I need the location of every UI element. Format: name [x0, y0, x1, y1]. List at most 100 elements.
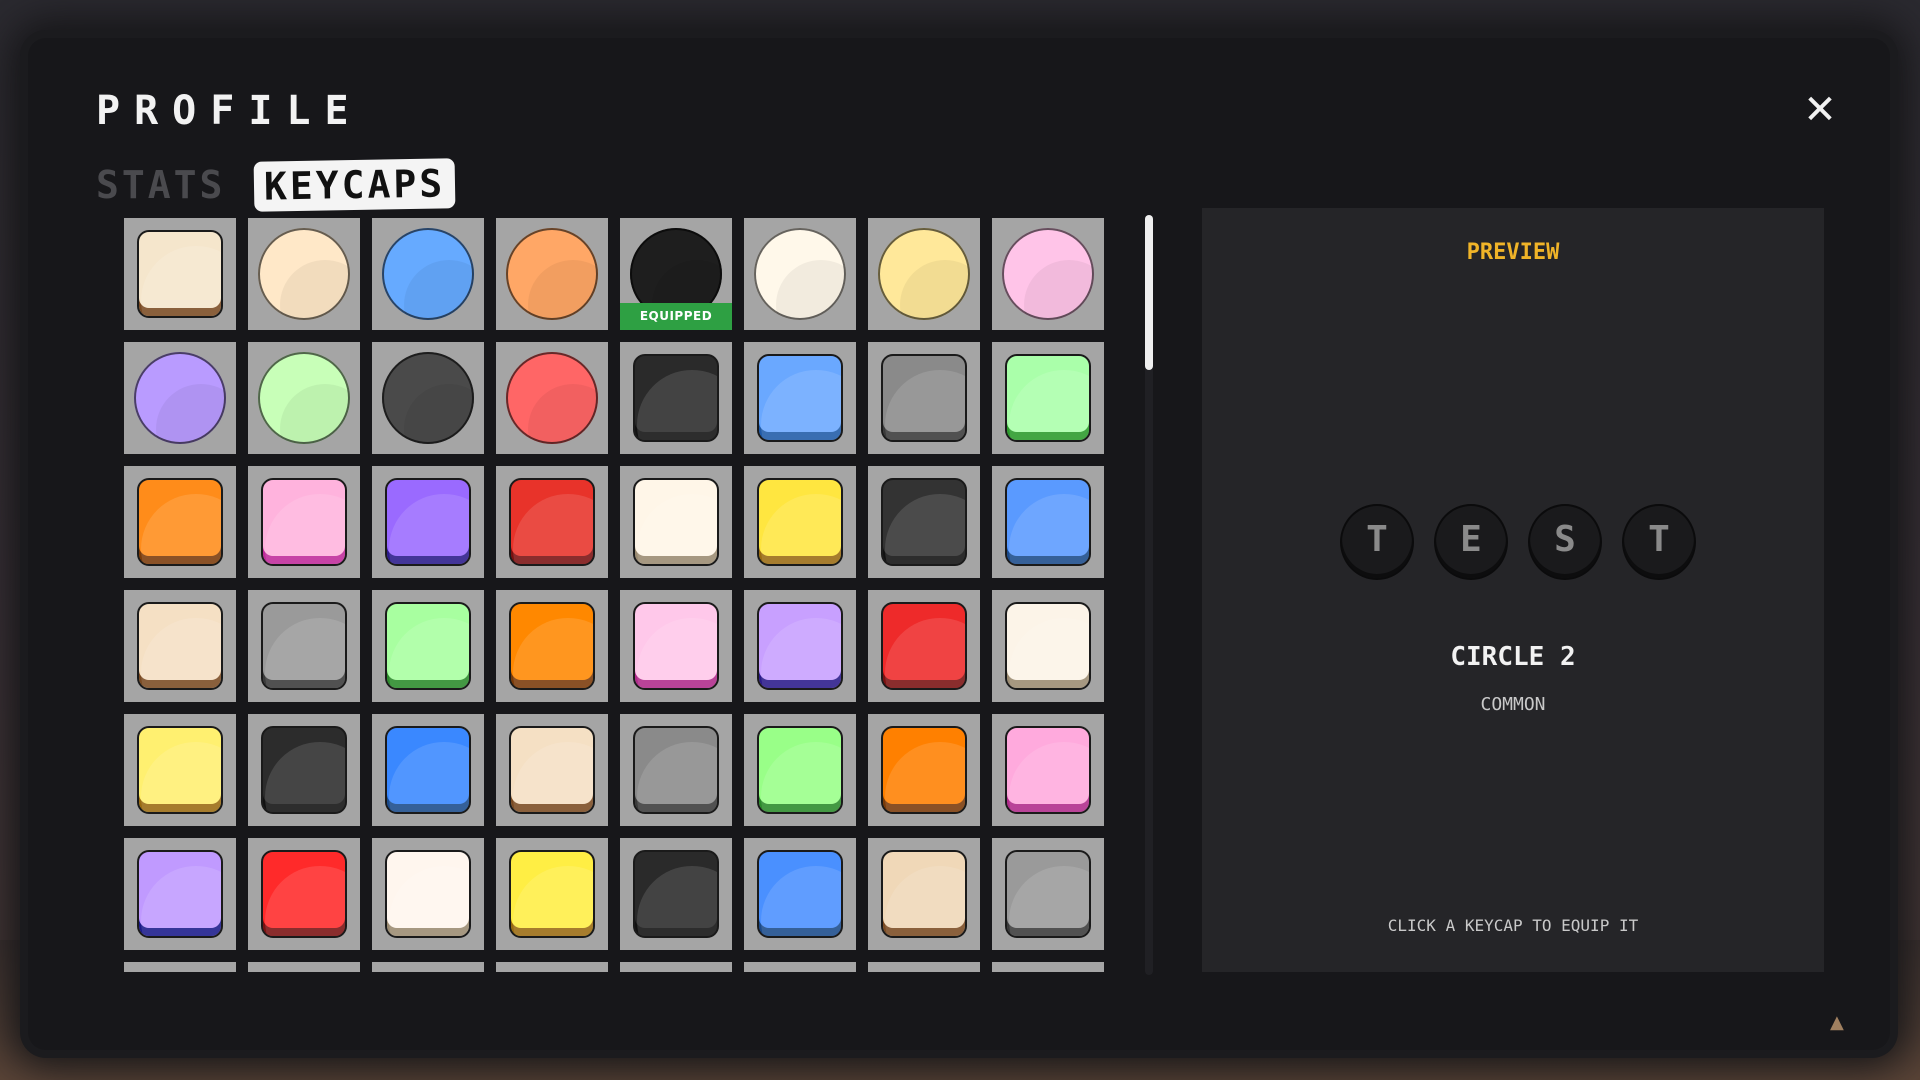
keycap-slot[interactable]	[372, 962, 484, 972]
keycap-slot[interactable]	[992, 714, 1104, 826]
keycap-square	[881, 850, 967, 938]
keycap-shine	[528, 260, 598, 320]
tab-stats[interactable]: STATS	[96, 160, 225, 210]
keycap-slot[interactable]	[372, 342, 484, 454]
preview-key: T	[1340, 504, 1414, 580]
keycap-square	[137, 602, 223, 690]
keycap-slot[interactable]	[868, 590, 980, 702]
keycap-square	[509, 850, 595, 938]
keycap-slot[interactable]	[992, 342, 1104, 454]
keycap-slot[interactable]	[248, 962, 360, 972]
keycap-circle	[1002, 228, 1094, 320]
keycap-slot[interactable]	[372, 466, 484, 578]
keycap-shine	[761, 618, 841, 688]
keycap-slot[interactable]	[868, 218, 980, 330]
keycap-slot[interactable]: EQUIPPED	[620, 218, 732, 330]
preview-panel: PREVIEW T E S T CIRCLE 2 COMMON CLICK A …	[1202, 208, 1824, 972]
keycap-slot[interactable]	[372, 218, 484, 330]
keycap-shine	[900, 260, 970, 320]
keycap-square	[261, 850, 347, 938]
keycap-slot[interactable]	[496, 714, 608, 826]
keycap-slot[interactable]	[744, 342, 856, 454]
keycap-square	[385, 478, 471, 566]
keycap-slot[interactable]	[496, 590, 608, 702]
keycap-square	[1005, 478, 1091, 566]
keycap-slot[interactable]	[744, 218, 856, 330]
keycap-slot[interactable]	[496, 218, 608, 330]
keycap-slot[interactable]	[744, 466, 856, 578]
keycap-square	[881, 602, 967, 690]
keycap-slot[interactable]	[124, 962, 236, 972]
keycap-slot[interactable]	[992, 962, 1104, 972]
keycap-shine	[1024, 260, 1094, 320]
keycap-slot[interactable]	[744, 714, 856, 826]
keycap-slot[interactable]	[496, 466, 608, 578]
keycap-slot[interactable]	[496, 838, 608, 950]
keycap-slot[interactable]	[620, 590, 732, 702]
keycap-slot[interactable]	[868, 714, 980, 826]
keycap-slot[interactable]	[868, 962, 980, 972]
keycap-circle	[506, 352, 598, 444]
keycap-slot[interactable]	[372, 714, 484, 826]
keycap-slot[interactable]	[620, 838, 732, 950]
keycap-slot[interactable]	[124, 838, 236, 950]
keycap-slot[interactable]	[868, 466, 980, 578]
keycap-square	[1005, 354, 1091, 442]
keycap-shine	[156, 384, 226, 444]
keycap-slot[interactable]	[248, 342, 360, 454]
keycap-slot[interactable]	[124, 466, 236, 578]
keycap-slot[interactable]	[992, 466, 1104, 578]
keycap-slot[interactable]	[620, 466, 732, 578]
keycap-slot[interactable]	[744, 962, 856, 972]
keycap-slot[interactable]	[124, 714, 236, 826]
keycap-slot[interactable]	[620, 962, 732, 972]
keycap-slot[interactable]	[248, 590, 360, 702]
keycap-shine	[1009, 494, 1089, 564]
keycap-shine	[513, 866, 593, 936]
keycap-shine	[265, 618, 345, 688]
keycap-slot[interactable]	[248, 838, 360, 950]
keycap-slot[interactable]	[992, 218, 1104, 330]
keycap-shine	[761, 742, 841, 812]
keycap-name: CIRCLE 2	[1450, 642, 1576, 672]
keycap-slot[interactable]	[496, 962, 608, 972]
keycap-slot[interactable]	[496, 342, 608, 454]
keycap-slot[interactable]	[744, 838, 856, 950]
keycap-slot[interactable]	[620, 714, 732, 826]
keycap-slot[interactable]	[868, 838, 980, 950]
keycap-slot[interactable]	[620, 342, 732, 454]
keycap-slot[interactable]	[372, 838, 484, 950]
keycap-shine	[141, 742, 221, 812]
keycap-shine	[404, 260, 474, 320]
keycap-slot[interactable]	[372, 590, 484, 702]
keycap-slot[interactable]	[992, 838, 1104, 950]
keycap-slot[interactable]	[124, 590, 236, 702]
keycap-shine	[389, 866, 469, 936]
keycap-shine	[637, 866, 717, 936]
keycap-slot[interactable]	[124, 342, 236, 454]
keycap-square	[509, 478, 595, 566]
keycap-slot[interactable]	[992, 590, 1104, 702]
keycap-shine	[637, 370, 717, 440]
keycap-slot[interactable]	[744, 590, 856, 702]
close-icon[interactable]: ✕	[1800, 90, 1840, 130]
keycap-slot[interactable]	[248, 714, 360, 826]
keycap-square	[633, 602, 719, 690]
keycap-shine	[885, 866, 965, 936]
tab-keycaps[interactable]: KEYCAPS	[253, 158, 456, 212]
keycap-rarity: COMMON	[1480, 694, 1546, 715]
keycap-grid: EQUIPPED	[124, 218, 1107, 972]
keycap-slot[interactable]	[124, 218, 236, 330]
keycap-square	[757, 478, 843, 566]
keycap-square	[757, 602, 843, 690]
keycap-shine	[389, 494, 469, 564]
keycap-slot[interactable]	[868, 342, 980, 454]
keycap-shine	[885, 370, 965, 440]
keycap-shine	[1009, 618, 1089, 688]
keycap-shine	[265, 742, 345, 812]
scrollbar-thumb[interactable]	[1145, 215, 1153, 370]
keycap-shine	[761, 866, 841, 936]
keycap-shine	[637, 742, 717, 812]
keycap-slot[interactable]	[248, 218, 360, 330]
keycap-slot[interactable]	[248, 466, 360, 578]
